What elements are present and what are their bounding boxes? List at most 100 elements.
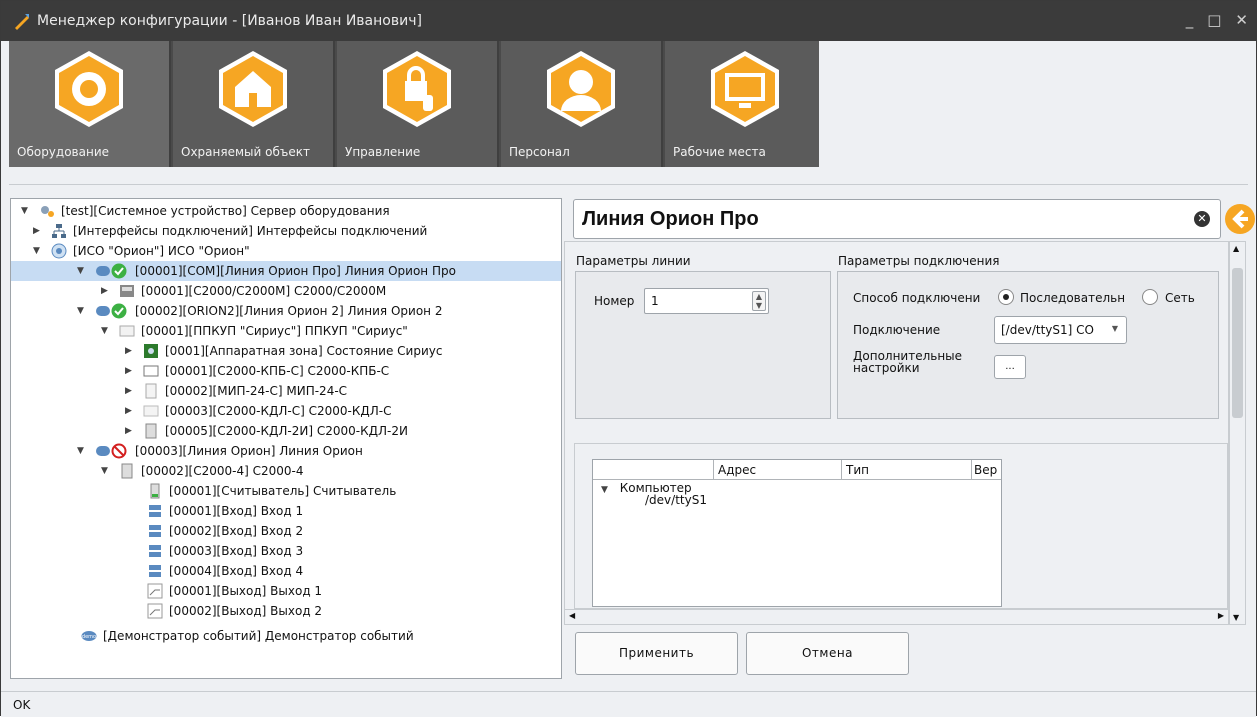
minimize-button[interactable]: _ [1186, 11, 1194, 29]
device-icon [143, 423, 159, 439]
tool-control[interactable]: Управление [337, 41, 499, 167]
scroll-down-icon[interactable]: ▼ [1233, 613, 1239, 622]
column-address[interactable]: Адрес [718, 463, 756, 477]
close-button[interactable]: ✕ [1235, 11, 1248, 29]
expand-arrow-icon[interactable]: ▶ [125, 341, 132, 361]
tree-node-label: [00001][С2000-КПБ-С] С2000-КПБ-С [165, 364, 390, 378]
apply-button[interactable]: Применить [575, 632, 738, 675]
device-icon [119, 323, 135, 339]
device-icon [143, 363, 159, 379]
column-version[interactable]: Вер [974, 463, 997, 477]
expand-arrow-icon[interactable]: ▶ [125, 401, 132, 421]
expand-arrow-icon[interactable]: ▼ [77, 301, 84, 321]
tree-node-label: [Интерфейсы подключений] Интерфейсы подк… [73, 224, 428, 238]
tree-node-label: [00005][С2000-КДЛ-2И] С2000-КДЛ-2И [165, 424, 408, 438]
connection-params-title: Параметры подключения [838, 254, 1000, 268]
tree-node-label: [Демонстратор событий] Демонстратор собы… [103, 629, 414, 643]
scroll-left-icon[interactable]: ◀ [569, 611, 575, 620]
grid-divider [971, 460, 972, 480]
grid-row[interactable]: /dev/ttyS1 [645, 493, 707, 507]
grid-divider [713, 460, 714, 480]
tool-equipment[interactable]: Оборудование [9, 41, 171, 167]
tool-workstations-label: Рабочие места [673, 145, 766, 159]
tree-node-label: [00003][С2000-КДЛ-С] С2000-КДЛ-С [165, 404, 392, 418]
zone-icon [143, 343, 159, 359]
expand-arrow-icon[interactable]: ▼ [77, 261, 84, 281]
chevron-down-icon: ▼ [1111, 324, 1118, 333]
network-icon [51, 223, 67, 239]
grid-row-label: /dev/ttyS1 [645, 493, 707, 507]
tree-node-label: [00001][Считыватель] Считыватель [169, 484, 397, 498]
number-spinbox[interactable]: 1 ▲ ▼ [644, 288, 769, 314]
tree-node-label: [00001][COM][Линия Орион Про] Линия Орио… [135, 264, 456, 278]
clear-icon[interactable]: ✕ [1194, 211, 1210, 227]
svg-text:demo: demo [82, 634, 96, 640]
tree-node-label: [00003][Вход] Вход 3 [169, 544, 304, 558]
radio-serial-label: Последовательн [1020, 291, 1126, 305]
advanced-label-2: настройки [853, 361, 920, 375]
app-window: Менеджер конфигурации - [Иванов Иван Ива… [0, 0, 1257, 717]
gear-icon [55, 51, 123, 127]
expand-arrow-icon[interactable]: ▼ [101, 461, 108, 481]
radio-network[interactable] [1142, 289, 1158, 305]
expand-arrow-icon[interactable]: ▶ [125, 361, 132, 381]
scroll-up-icon[interactable]: ▲ [1233, 244, 1239, 253]
tool-personnel[interactable]: Персонал [501, 41, 663, 167]
output-icon [147, 603, 163, 619]
arrow-left-icon [1232, 209, 1248, 229]
monitor-icon [711, 51, 779, 127]
vertical-scrollbar[interactable]: ▲ ▼ [1229, 241, 1246, 625]
scroll-thumb[interactable] [1232, 268, 1243, 418]
radio-network-label: Сеть [1165, 291, 1195, 305]
status-text: OK [13, 698, 31, 712]
device-icon [119, 463, 135, 479]
back-button[interactable] [1225, 204, 1255, 234]
reader-icon [147, 483, 163, 499]
expand-arrow-icon[interactable]: ▼ [33, 241, 40, 261]
toolbar-empty-area [819, 41, 1248, 167]
detail-title: Линия Орион Про [582, 208, 759, 230]
tree-node-label: [00002][Выход] Выход 2 [169, 604, 323, 618]
grid-divider [841, 460, 842, 480]
output-icon [147, 583, 163, 599]
line-off-icon [95, 443, 129, 459]
horizontal-scrollbar[interactable]: ◀ ▶ [564, 609, 1229, 625]
gears-icon [39, 203, 55, 219]
status-bar: OK [1, 691, 1256, 717]
line-params-title: Параметры линии [576, 254, 691, 268]
expand-arrow-icon[interactable]: ▼ [601, 485, 608, 495]
expand-arrow-icon[interactable]: ▶ [101, 281, 108, 301]
connection-select-value: [/dev/ttyS1] CO [1001, 323, 1094, 337]
line-ok-icon [95, 263, 129, 279]
number-label: Номер [594, 294, 635, 308]
input-icon [147, 523, 163, 539]
tool-control-label: Управление [345, 145, 421, 159]
number-value: 1 [651, 294, 659, 308]
lock-hand-icon [383, 51, 451, 127]
expand-arrow-icon[interactable]: ▼ [101, 321, 108, 341]
cancel-button[interactable]: Отмена [746, 632, 909, 675]
tool-protected-object[interactable]: Охраняемый объект [173, 41, 335, 167]
app-logo-icon [13, 12, 31, 30]
connection-select[interactable]: [/dev/ttyS1] CO ▼ [994, 316, 1127, 344]
demo-icon: demo [81, 628, 97, 644]
tool-workstations[interactable]: Рабочие места [665, 41, 827, 167]
tree-node-selected[interactable]: ▼ [00001][COM][Линия Орион Про] Линия Ор… [11, 261, 561, 281]
expand-arrow-icon[interactable]: ▶ [33, 221, 40, 241]
spin-arrows-icon[interactable]: ▲ ▼ [752, 291, 766, 311]
expand-arrow-icon[interactable]: ▼ [21, 201, 28, 221]
scroll-right-icon[interactable]: ▶ [1218, 611, 1224, 620]
tree-node-label: [00003][Линия Орион] Линия Орион [135, 444, 363, 458]
column-type[interactable]: Тип [846, 463, 869, 477]
expand-arrow-icon[interactable]: ▶ [125, 381, 132, 401]
grid-header: Адрес Тип Вер [593, 460, 1001, 480]
expand-arrow-icon[interactable]: ▼ [77, 441, 84, 461]
expand-arrow-icon[interactable]: ▶ [125, 421, 132, 441]
equipment-tree[interactable]: ▼ [test][Системное устройство] Сервер об… [10, 198, 562, 679]
advanced-settings-button[interactable]: ... [994, 355, 1026, 379]
radio-serial[interactable] [998, 289, 1014, 305]
maximize-button[interactable]: □ [1207, 11, 1221, 29]
window-title: Менеджер конфигурации - [Иванов Иван Ива… [37, 13, 422, 29]
ports-grid[interactable]: Адрес Тип Вер ▼ Компьютер /dev/ttyS1 [592, 459, 1002, 607]
device-icon [143, 383, 159, 399]
